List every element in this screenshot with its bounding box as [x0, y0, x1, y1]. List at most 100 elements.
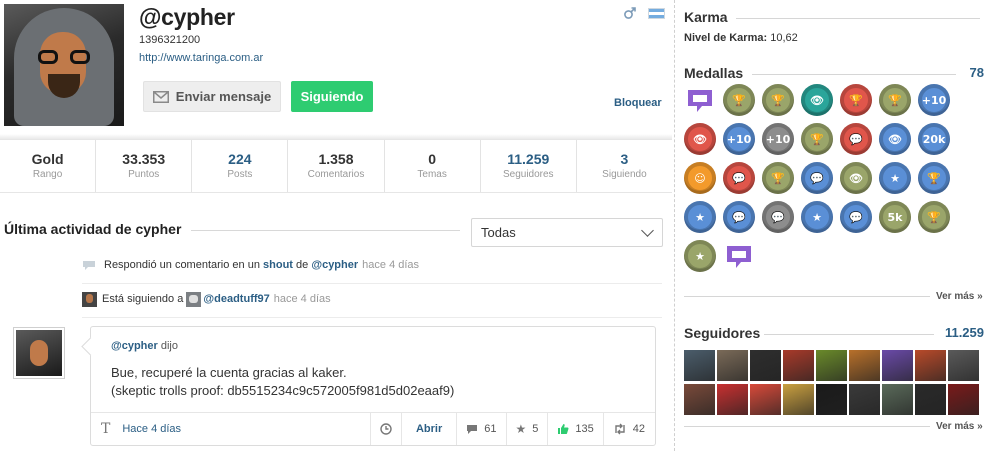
stat-label: Seguidores — [502, 168, 554, 180]
follower-avatar[interactable] — [948, 384, 979, 415]
speech-medal-icon[interactable]: 💬 — [723, 162, 755, 194]
medals-see-more-link[interactable]: Ver más » — [936, 291, 983, 302]
activity-user-link[interactable]: @deadtuff97 — [203, 293, 269, 305]
follower-avatar[interactable] — [849, 384, 880, 415]
stat-value[interactable]: 11.259 — [507, 151, 549, 168]
follower-avatar[interactable] — [684, 384, 715, 415]
open-shout-button[interactable]: Abrir — [400, 413, 456, 445]
trophy-medal-icon[interactable]: 🏆 — [801, 123, 833, 155]
follower-avatar[interactable] — [783, 384, 814, 415]
star-medal-icon[interactable]: ★ — [879, 162, 911, 194]
speech-medal-icon[interactable]: 💬 — [840, 123, 872, 155]
clock-icon-cell[interactable] — [369, 413, 401, 445]
stat-followers[interactable]: 11.259 Seguidores — [481, 140, 577, 192]
speech-medal-icon[interactable]: 💬 — [723, 201, 755, 233]
speech-medal-icon[interactable]: 💬 — [801, 162, 833, 194]
profile-avatar[interactable] — [4, 4, 124, 126]
trophy-medal-icon[interactable]: 🏆 — [840, 84, 872, 116]
profile-url-link[interactable]: http://www.taringa.com.ar — [139, 52, 263, 64]
star-icon: ★ — [515, 422, 527, 436]
plus10-medal-icon[interactable]: +10 — [762, 123, 794, 155]
trophy-medal-icon[interactable]: 🏆 — [723, 84, 755, 116]
follower-avatar[interactable] — [750, 384, 781, 415]
avatar[interactable] — [82, 291, 97, 307]
activity-user-link[interactable]: @cypher — [311, 259, 358, 271]
comments-count: 61 — [484, 423, 497, 435]
speech-medal-icon[interactable]: 💬 — [762, 201, 794, 233]
stat-posts[interactable]: 224 Posts — [192, 140, 289, 192]
shout-author: @cypher dijo — [111, 340, 178, 352]
divider — [684, 296, 930, 297]
karma-level-label: Nivel de Karma: — [684, 32, 768, 44]
medals-title: Medallas — [684, 65, 744, 81]
reshout-icon — [615, 423, 625, 435]
follower-avatar[interactable] — [816, 350, 847, 381]
medal-glyph: 🏆 — [888, 93, 902, 107]
comment-bubble-icon — [83, 260, 95, 270]
trophy-medal-icon[interactable] — [723, 240, 755, 272]
medals-grid: 🏆 🏆 👁 🏆 🏆 +10 👁 +10 +10 🏆 💬 👁 20k ☺ 💬 🏆 💬 👁 ★ 🏆 ★ 💬 💬 ★ 💬 5k 🏆 ★ — [684, 84, 964, 272]
followers-see-more-link[interactable]: Ver más » — [936, 421, 983, 432]
like-button[interactable]: 135 — [547, 413, 602, 445]
follower-avatar[interactable] — [783, 350, 814, 381]
reshout-button[interactable]: 42 — [602, 413, 655, 445]
follower-avatar[interactable] — [717, 384, 748, 415]
argentina-flag-icon — [648, 8, 665, 19]
activity-item: Respondió un comentario en un shout de @… — [82, 257, 662, 284]
medals-count[interactable]: 78 — [940, 65, 984, 80]
follower-avatar[interactable] — [849, 350, 880, 381]
eye-medal-icon[interactable]: 👁 — [879, 123, 911, 155]
comments-button[interactable]: 61 — [456, 413, 505, 445]
eye-medal-icon[interactable]: 👁 — [684, 123, 716, 155]
follower-avatar[interactable] — [915, 350, 946, 381]
follower-avatar[interactable] — [915, 384, 946, 415]
star-medal-icon[interactable]: ★ — [801, 201, 833, 233]
activity-filter-select[interactable]: Todas — [471, 218, 663, 247]
trophy-medal-icon[interactable]: 🏆 — [879, 84, 911, 116]
trophy-medal-icon[interactable]: 🏆 — [918, 162, 950, 194]
trophy-medal-icon[interactable]: 🏆 — [918, 201, 950, 233]
speech-medal-icon[interactable] — [684, 84, 716, 116]
thumbs-up-icon — [558, 424, 569, 434]
clock-icon — [380, 423, 392, 435]
avatar[interactable] — [186, 291, 202, 307]
star-medal-icon[interactable]: ★ — [684, 201, 716, 233]
shout-time-link[interactable]: Hace 4 días — [122, 423, 181, 435]
following-button[interactable]: Siguiendo — [291, 81, 373, 112]
stat-value[interactable]: 3 — [621, 151, 629, 168]
envelope-icon — [152, 90, 169, 103]
follower-avatar[interactable] — [816, 384, 847, 415]
face-medal-icon[interactable]: ☺ — [684, 162, 716, 194]
speech-medal-icon[interactable]: 💬 — [840, 201, 872, 233]
medal-glyph: +10 — [726, 132, 752, 146]
activity-time: hace 4 días — [273, 293, 331, 305]
followers-count[interactable]: 11.259 — [920, 325, 984, 340]
star-medal-icon[interactable]: ★ — [684, 240, 716, 272]
5k-medal-icon[interactable]: 5k — [879, 201, 911, 233]
follower-avatar[interactable] — [882, 384, 913, 415]
send-message-button[interactable]: Enviar mensaje — [143, 81, 281, 112]
activity-shout-link[interactable]: shout — [263, 259, 293, 271]
shout-author-link[interactable]: @cypher — [111, 340, 158, 352]
follower-avatar[interactable] — [717, 350, 748, 381]
eye-medal-icon[interactable]: 👁 — [840, 162, 872, 194]
stat-label: Comentarios — [307, 168, 365, 180]
male-icon — [624, 7, 636, 19]
trophy-medal-icon[interactable]: 🏆 — [762, 84, 794, 116]
follower-avatar[interactable] — [948, 350, 979, 381]
favorite-button[interactable]: ★ 5 — [505, 413, 548, 445]
follower-avatar[interactable] — [684, 350, 715, 381]
trophy-medal-icon[interactable]: 🏆 — [762, 162, 794, 194]
avatar[interactable] — [13, 327, 65, 379]
stat-following[interactable]: 3 Siguiendo — [577, 140, 672, 192]
follower-avatar[interactable] — [750, 350, 781, 381]
follower-avatar[interactable] — [882, 350, 913, 381]
eye-medal-icon[interactable]: 👁 — [801, 84, 833, 116]
20k-medal-icon[interactable]: 20k — [918, 123, 950, 155]
stat-value[interactable]: 224 — [228, 151, 251, 168]
plus10-medal-icon[interactable]: +10 — [723, 123, 755, 155]
medal-glyph: +10 — [765, 132, 791, 146]
plus10-medal-icon[interactable]: +10 — [918, 84, 950, 116]
karma-level-value: 10,62 — [770, 32, 798, 44]
block-user-link[interactable]: Bloquear — [614, 97, 662, 109]
